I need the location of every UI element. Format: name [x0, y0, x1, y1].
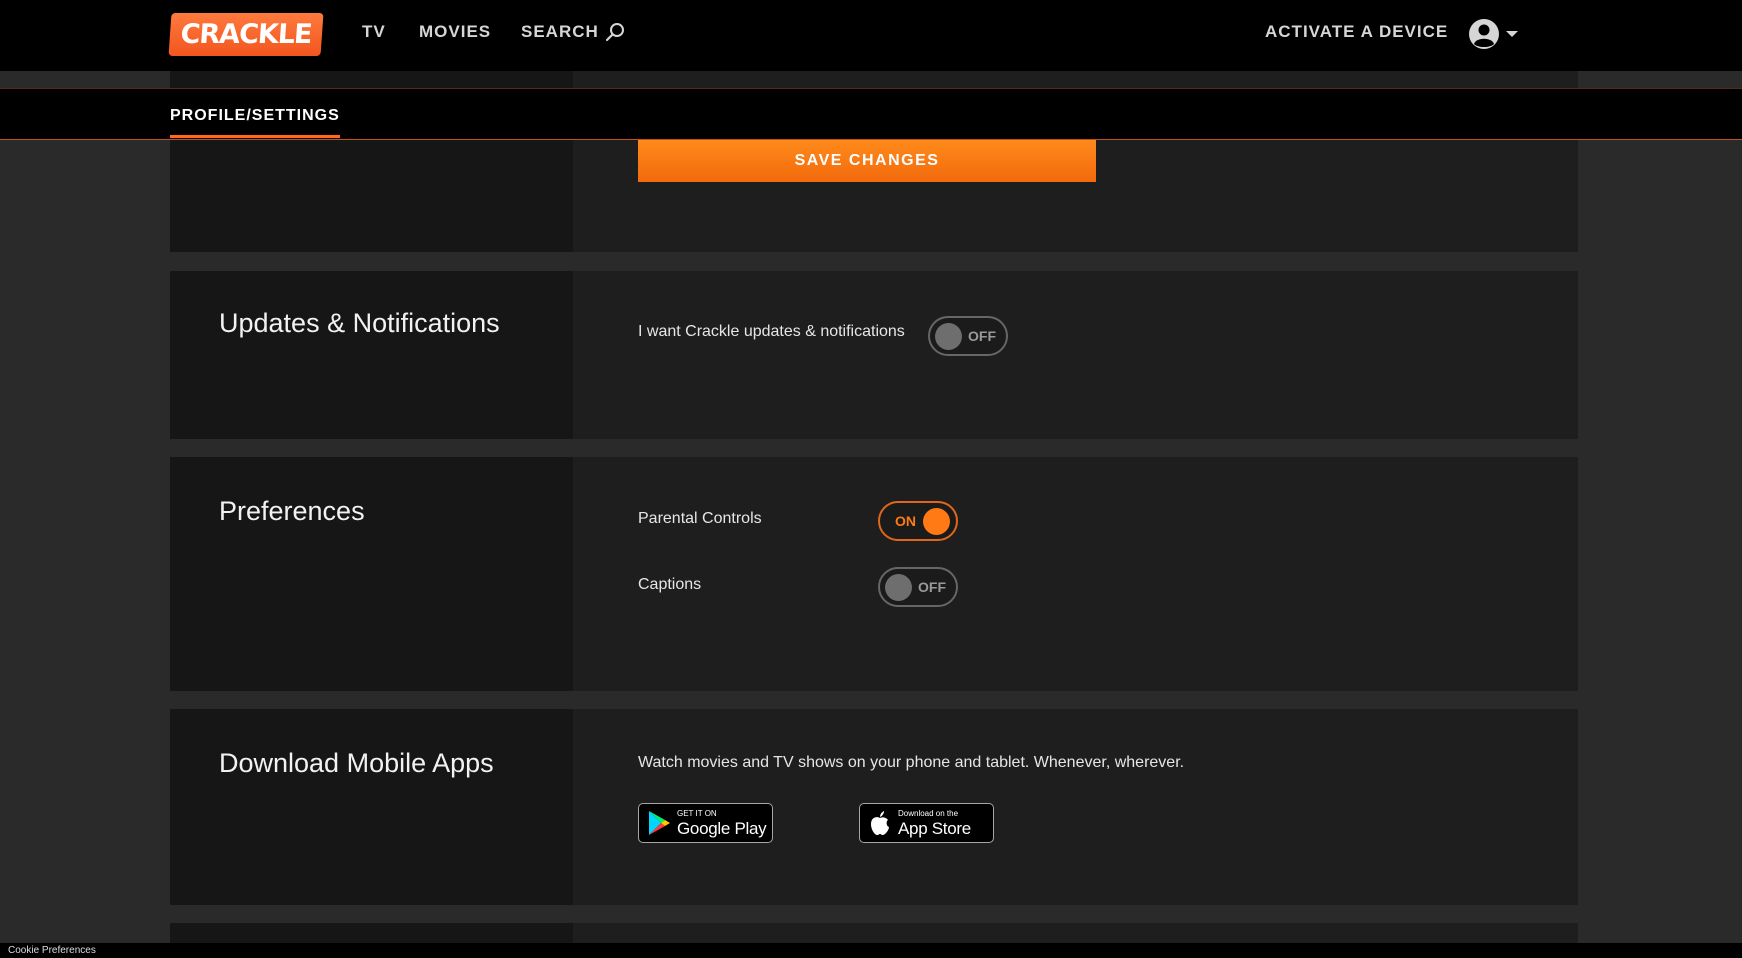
app-store-big: App Store [898, 818, 971, 838]
google-play-small: GET IT ON [677, 808, 717, 818]
account-menu[interactable] [1468, 18, 1518, 50]
save-changes-button[interactable]: SAVE CHANGES [638, 140, 1096, 182]
cookie-bar: Cookie Preferences [0, 943, 1742, 958]
nav-tv[interactable]: TV [362, 22, 386, 42]
section-side-panel [170, 709, 573, 905]
app-store-text: Download on the App Store [898, 808, 971, 838]
updates-section: Updates & Notifications I want Crackle u… [170, 271, 1578, 439]
profile-section: SAVE CHANGES [170, 140, 1578, 252]
mobile-apps-section: Download Mobile Apps Watch movies and TV… [170, 709, 1578, 905]
preferences-section: Preferences Parental Controls ON Caption… [170, 457, 1578, 691]
search-icon [605, 23, 624, 42]
parental-controls-toggle[interactable]: ON [878, 501, 958, 541]
page: CRACKLE TV MOVIES SEARCH ACTIVATE A DEVI… [0, 0, 1742, 958]
scrolled-main-panel [573, 71, 1578, 88]
updates-label: I want Crackle updates & notifications [638, 323, 905, 340]
preferences-title: Preferences [219, 496, 365, 526]
crackle-logo[interactable]: CRACKLE [168, 13, 324, 56]
mobile-apps-title: Download Mobile Apps [219, 748, 494, 778]
nav-search-label: SEARCH [521, 22, 599, 41]
captions-label: Captions [638, 576, 702, 593]
section-side-panel [170, 457, 573, 691]
google-play-badge[interactable]: GET IT ON Google Play [638, 803, 773, 843]
settings-subnav: PROFILE/SETTINGS [0, 88, 1742, 140]
parental-controls-label: Parental Controls [638, 510, 762, 527]
toggle-knob [885, 574, 912, 601]
activate-device-link[interactable]: ACTIVATE A DEVICE [1265, 22, 1448, 42]
scrolled-side-panel [170, 71, 573, 88]
updates-title: Updates & Notifications [219, 308, 500, 338]
cookie-preferences-link[interactable]: Cookie Preferences [8, 945, 96, 956]
section-side-panel [170, 271, 573, 439]
user-avatar-icon [1469, 19, 1499, 49]
updates-toggle[interactable]: OFF [928, 316, 1008, 356]
nav-search[interactable]: SEARCH [521, 22, 625, 42]
app-store-small: Download on the [898, 808, 959, 818]
mobile-apps-description: Watch movies and TV shows on your phone … [638, 754, 1185, 771]
google-play-text: GET IT ON Google Play [677, 808, 767, 838]
google-play-icon [649, 811, 670, 835]
toggle-knob [935, 323, 962, 350]
scrolled-content-strip [0, 71, 1742, 88]
toggle-state: OFF [918, 579, 946, 595]
app-store-badge[interactable]: Download on the App Store [859, 803, 994, 843]
toggle-state: ON [895, 513, 916, 529]
top-navbar: CRACKLE TV MOVIES SEARCH ACTIVATE A DEVI… [0, 0, 1742, 71]
section-side-panel [170, 140, 573, 252]
nav-movies[interactable]: MOVIES [419, 22, 491, 42]
tab-profile-settings[interactable]: PROFILE/SETTINGS [170, 107, 340, 138]
apple-icon [871, 811, 889, 835]
chevron-down-icon [1506, 31, 1518, 37]
google-play-big: Google Play [677, 818, 767, 838]
toggle-state: OFF [968, 328, 996, 344]
captions-toggle[interactable]: OFF [878, 567, 958, 607]
toggle-knob [923, 508, 950, 535]
